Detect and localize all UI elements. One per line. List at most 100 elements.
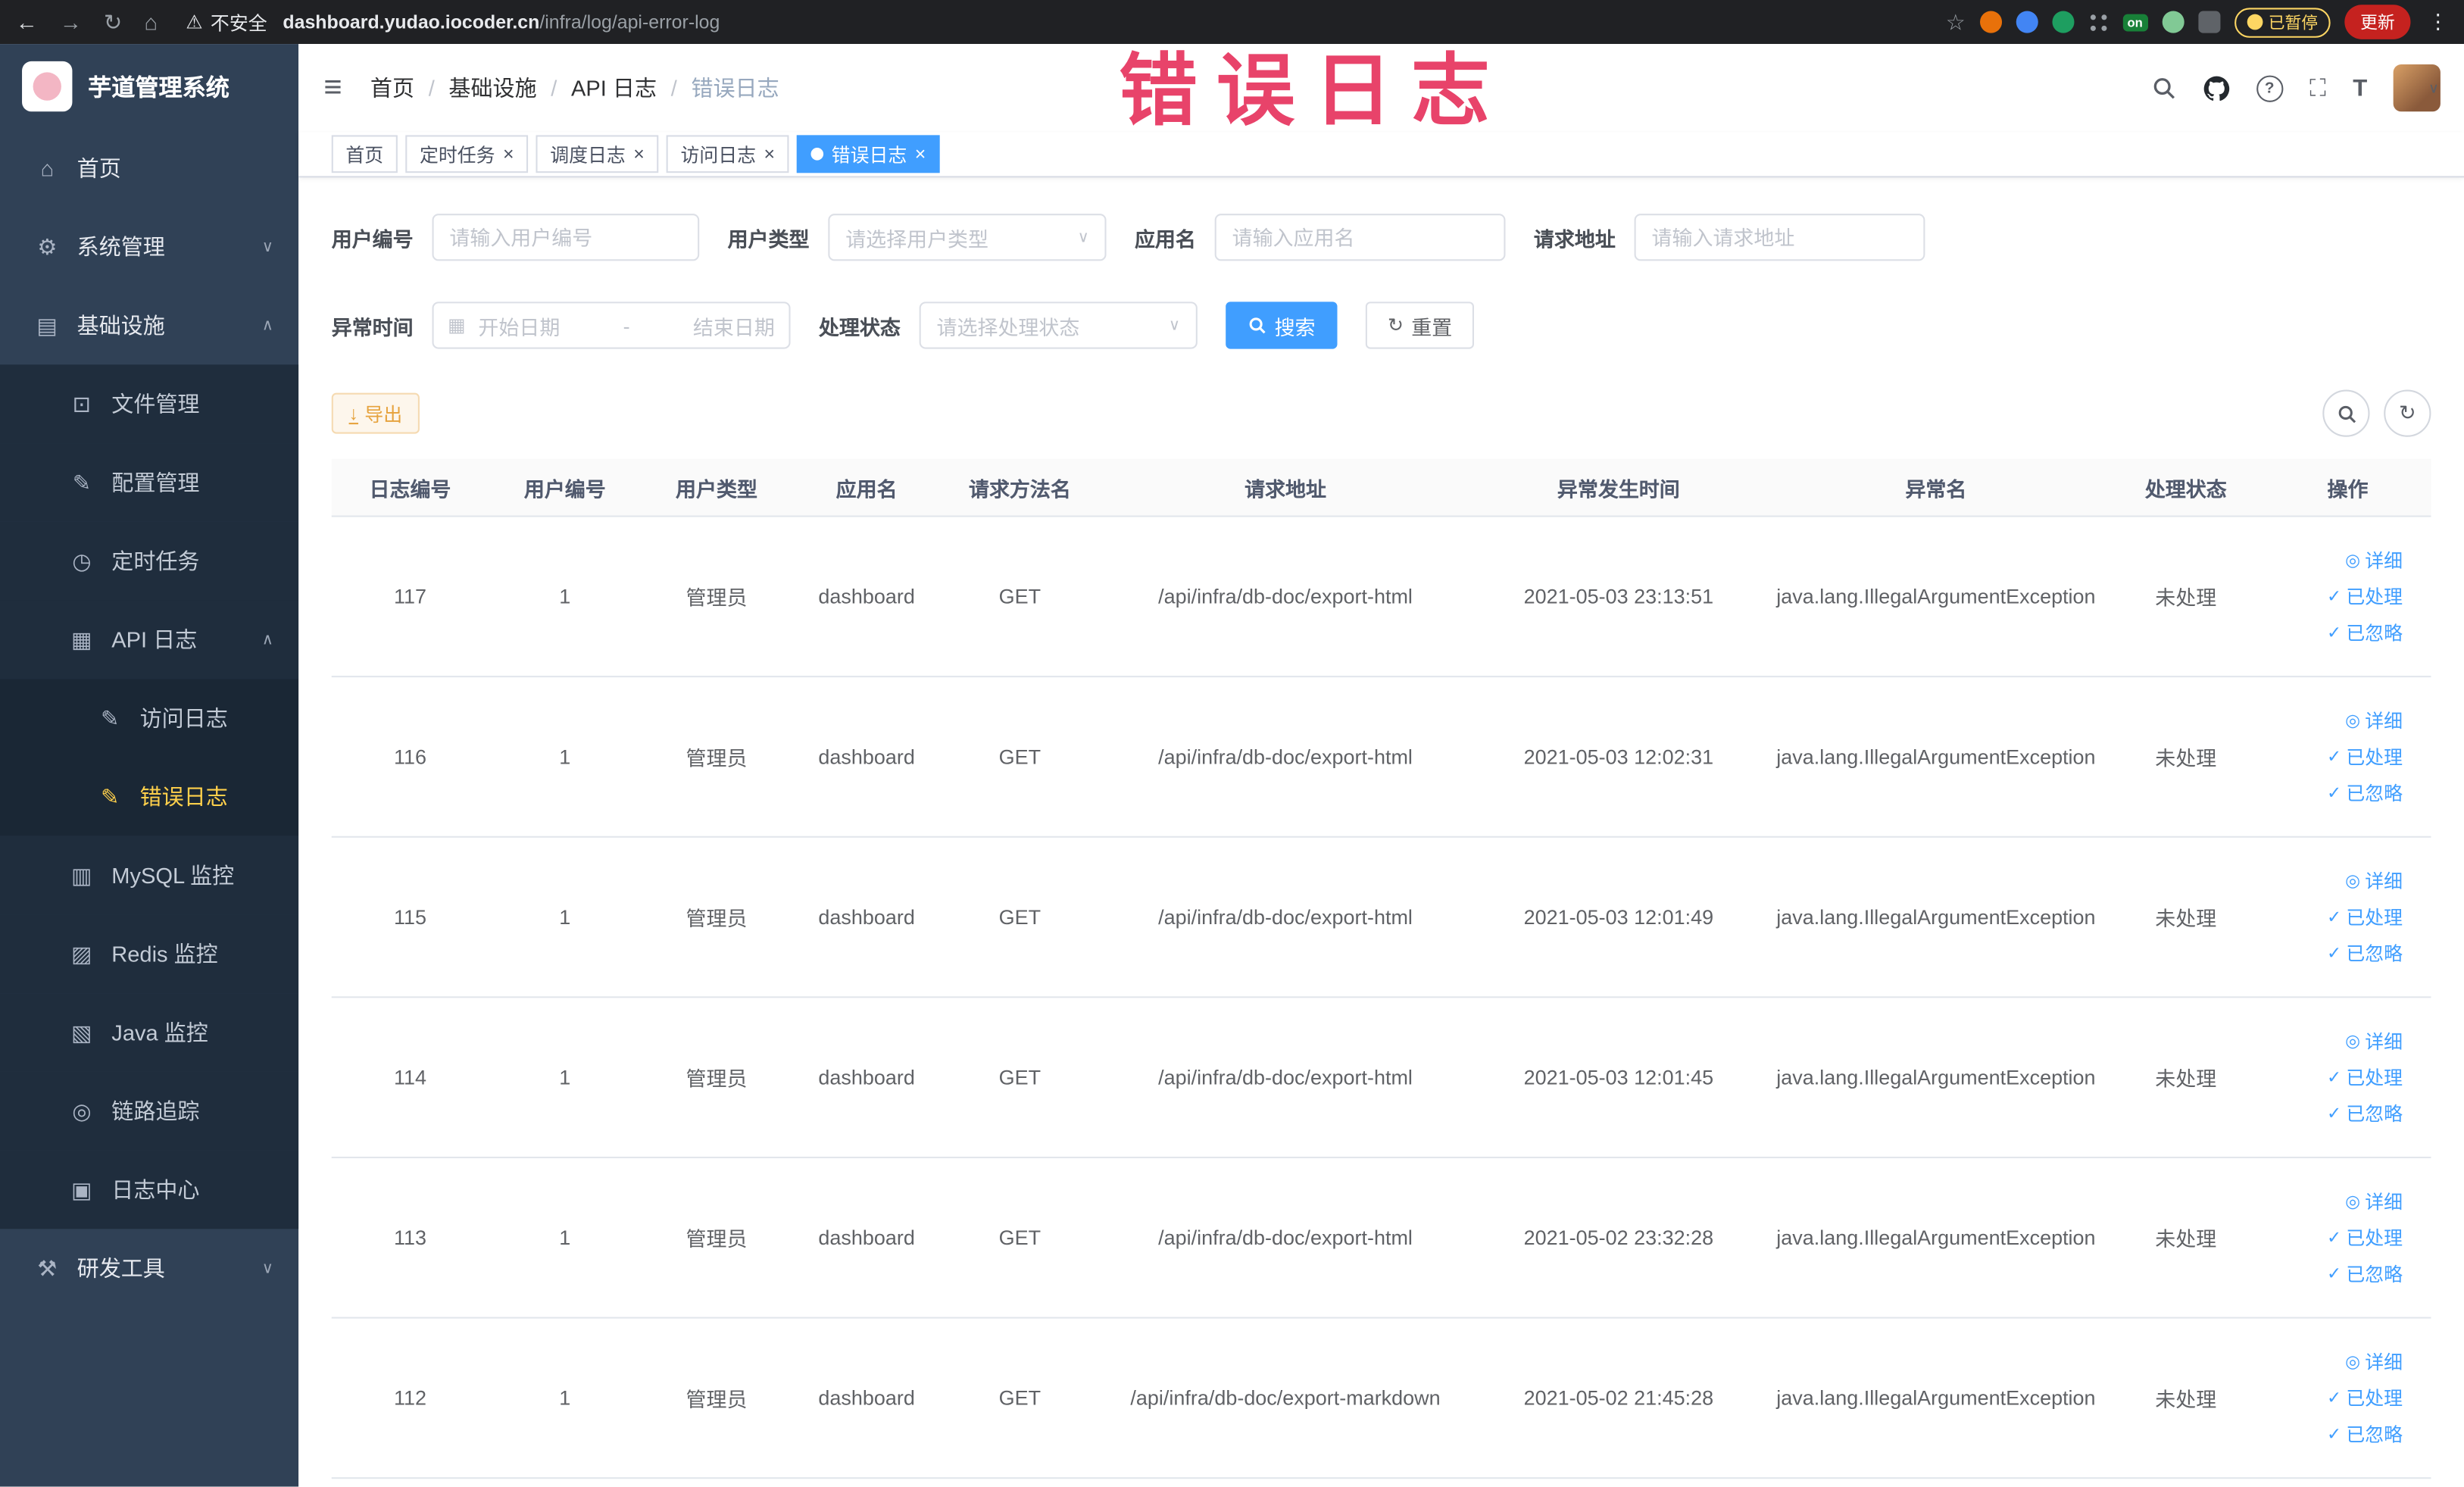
sidebar-item-system[interactable]: ⚙ 系统管理 ∨ (0, 208, 298, 286)
user-menu[interactable]: ∨ (2394, 64, 2441, 112)
action-detail-link[interactable]: ◎ 详细 (2345, 867, 2403, 894)
app-name-input[interactable] (1214, 214, 1506, 261)
sidebar-item-api-log[interactable]: ▦ API 日志 ∧ (0, 600, 299, 679)
action-ignore-link[interactable]: ✓ 已忽略 (2327, 1261, 2403, 1287)
refresh-table-button[interactable]: ↻ (2384, 389, 2431, 437)
tab-label: 首页 (345, 143, 384, 166)
action-detail-link[interactable]: ◎ 详细 (2345, 1348, 2403, 1375)
search-icon[interactable] (2151, 76, 2176, 101)
fullscreen-icon[interactable]: ⛶ (2309, 75, 2326, 102)
bookmark-star-icon[interactable]: ☆ (1946, 8, 1966, 35)
user-type-select[interactable]: 请选择用户类型 ∨ (828, 214, 1107, 261)
process-status-select[interactable]: 请选择处理状态 ∨ (919, 301, 1198, 349)
browser-menu-icon[interactable]: ⋮ (2428, 9, 2448, 34)
tab-error-log[interactable]: 错误日志 × (797, 135, 940, 173)
reset-button[interactable]: ↻ 重置 (1365, 301, 1475, 349)
sidebar-item-dev-tools[interactable]: ⚒ 研发工具 ∨ (0, 1229, 298, 1307)
sidebar-item-redis[interactable]: ▨ Redis 监控 (0, 914, 299, 994)
action-ignore-link[interactable]: ✓ 已忽略 (2327, 1420, 2403, 1447)
action-ignore-link[interactable]: ✓ 已忽略 (2327, 619, 2403, 645)
tab-home[interactable]: 首页 (331, 135, 398, 173)
action-detail-link[interactable]: ◎ 详细 (2345, 708, 2403, 734)
request-url-input[interactable] (1634, 214, 1925, 261)
font-size-icon[interactable]: T (2353, 75, 2367, 102)
table-row: 112 1 管理员 dashboard GET/api/infra/db-doc/exp… (331, 1319, 2431, 1479)
close-icon[interactable]: × (633, 145, 645, 164)
hamburger-icon[interactable]: ≡ (323, 70, 342, 106)
action-process-link[interactable]: ✓ 已处理 (2327, 743, 2403, 770)
search-button[interactable]: 搜索 (1226, 301, 1338, 349)
security-chip[interactable]: ⚠ 不安全 (186, 8, 267, 35)
action-label: 已处理 (2346, 1387, 2403, 1410)
reload-icon[interactable]: ↻ (104, 8, 122, 35)
action-ignore-link[interactable]: ✓ 已忽略 (2327, 940, 2403, 967)
cell-status: 未处理 (2155, 746, 2217, 770)
sidebar-item-infra[interactable]: ▤ 基础设施 ∧ (0, 286, 298, 365)
breadcrumb-home[interactable]: 首页 (370, 72, 414, 103)
extension-dark-icon[interactable] (2197, 11, 2220, 33)
action-detail-link[interactable]: ◎ 详细 (2345, 547, 2403, 573)
sidebar-item-home[interactable]: ⌂ 首页 (0, 129, 298, 208)
column-header: 用户类型 (676, 476, 757, 501)
sidebar-item-label: Java 监控 (111, 1020, 208, 1045)
action-process-link[interactable]: ✓ 已处理 (2327, 904, 2403, 930)
chevron-down-icon: ∨ (1168, 317, 1181, 334)
action-label: 详细 (2365, 1030, 2403, 1053)
sidebar-item-log-center[interactable]: ▣ 日志中心 (0, 1150, 299, 1229)
extensions-grid-icon[interactable] (2088, 12, 2109, 33)
sidebar-item-label: 文件管理 (111, 391, 200, 417)
close-icon[interactable]: × (503, 145, 514, 164)
sidebar-item-java[interactable]: ▧ Java 监控 (0, 993, 299, 1072)
cell-actions: ◎ 详细 ✓ 已处理 ✓ 已忽略 (2265, 677, 2431, 836)
extension-orange-icon[interactable] (1979, 11, 2002, 33)
back-icon[interactable]: ← (16, 9, 38, 34)
address-bar[interactable]: dashboard.yudao.iocoder.cn/infra/log/api… (283, 11, 720, 33)
github-icon[interactable] (2203, 75, 2229, 102)
browser-home-icon[interactable]: ⌂ (144, 9, 158, 34)
breadcrumb-api-log[interactable]: API 日志 (571, 72, 657, 103)
sidebar-item-config[interactable]: ✎ 配置管理 (0, 443, 299, 522)
toggle-search-button[interactable] (2322, 389, 2370, 437)
paused-badge[interactable]: 已暂停 (2234, 7, 2331, 37)
action-process-link[interactable]: ✓ 已处理 (2327, 1064, 2403, 1091)
update-button[interactable]: 更新 (2344, 5, 2411, 39)
check-icon: ✓ (2327, 1104, 2342, 1124)
action-detail-link[interactable]: ◎ 详细 (2345, 1028, 2403, 1054)
action-process-link[interactable]: ✓ 已处理 (2327, 1385, 2403, 1411)
check-icon: ✓ (2327, 1265, 2342, 1284)
tab-job-log[interactable]: 调度日志 × (536, 135, 659, 173)
edit-icon: ✎ (72, 469, 92, 495)
tab-access-log[interactable]: 访问日志 × (666, 135, 789, 173)
sidebar-item-file[interactable]: ⊡ 文件管理 (0, 364, 299, 444)
export-button[interactable]: ↓ 导出 (331, 392, 420, 434)
action-ignore-link[interactable]: ✓ 已忽略 (2327, 779, 2403, 806)
security-label: 不安全 (210, 11, 267, 34)
cell-time: 2021-05-03 23:13:51 (1523, 584, 1714, 608)
user-id-input[interactable] (432, 214, 700, 261)
close-icon[interactable]: × (915, 145, 926, 164)
browser-chrome: ← → ↻ ⌂ ⚠ 不安全 dashboard.yudao.iocoder.cn… (0, 0, 2464, 45)
sidebar-item-access-log[interactable]: ✎ 访问日志 (0, 679, 299, 758)
action-process-link[interactable]: ✓ 已处理 (2327, 1224, 2403, 1251)
action-process-link[interactable]: ✓ 已处理 (2327, 583, 2403, 610)
breadcrumb-infra[interactable]: 基础设施 (448, 72, 536, 103)
date-range-picker[interactable]: ▦ 开始日期 - 结束日期 (432, 301, 791, 349)
app-logo-row[interactable]: 芋道管理系统 (0, 44, 298, 129)
action-ignore-link[interactable]: ✓ 已忽略 (2327, 1100, 2403, 1126)
sidebar-item-error-log[interactable]: ✎ 错误日志 (0, 757, 299, 836)
sidebar-item-label: 首页 (77, 155, 121, 181)
extension-leaf-icon[interactable] (2161, 11, 2184, 33)
close-icon[interactable]: × (764, 145, 775, 164)
sidebar-item-job[interactable]: ◷ 定时任务 (0, 521, 299, 601)
help-icon[interactable]: ? (2256, 74, 2283, 102)
column-header: 请求地址 (1244, 476, 1326, 501)
sidebar-item-label: 定时任务 (111, 548, 200, 574)
tab-job[interactable]: 定时任务 × (405, 135, 529, 173)
forward-icon[interactable]: → (60, 9, 82, 34)
sidebar-item-mysql[interactable]: ▥ MySQL 监控 (0, 836, 299, 915)
extension-green-icon[interactable] (2051, 11, 2074, 33)
action-detail-link[interactable]: ◎ 详细 (2345, 1188, 2403, 1214)
extension-on-badge[interactable]: on (2122, 13, 2147, 31)
sidebar-item-tracer[interactable]: ◎ 链路追踪 (0, 1071, 299, 1151)
extension-blue-icon[interactable] (2016, 11, 2038, 33)
